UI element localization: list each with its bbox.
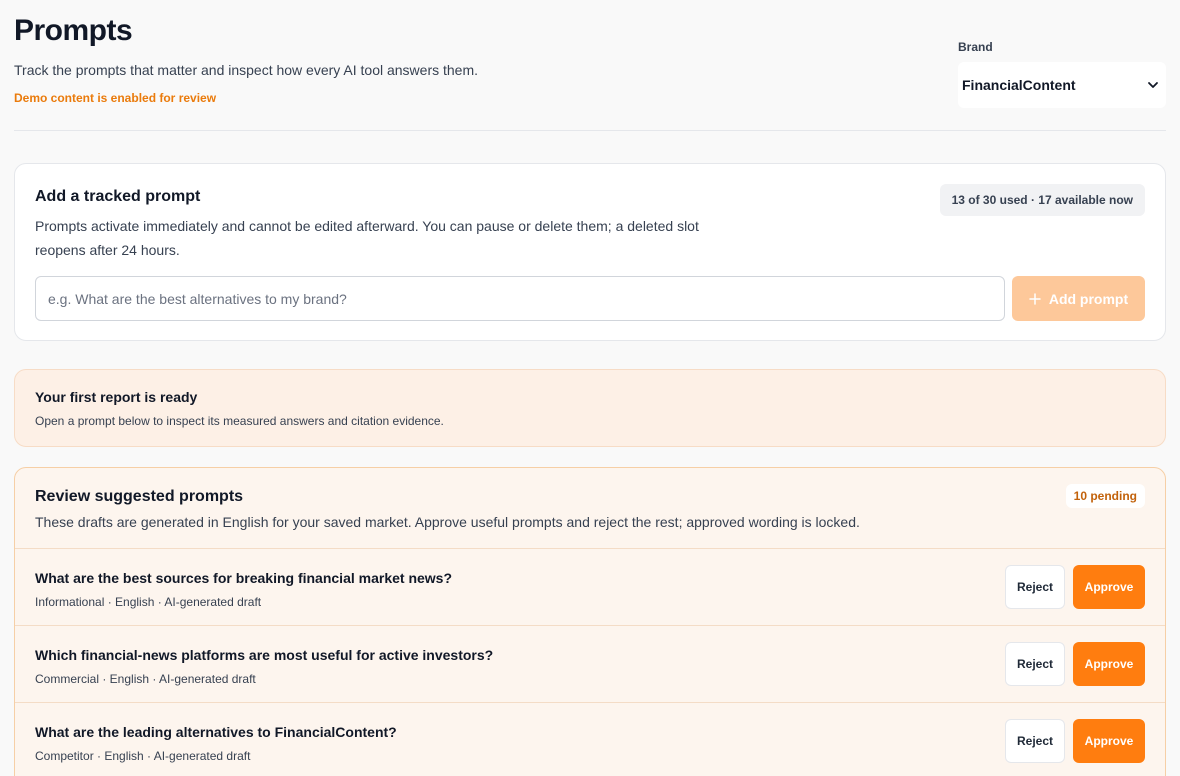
prompt-input[interactable] xyxy=(35,276,1005,321)
suggested-prompt-meta: Commercial · English · AI-generated draf… xyxy=(35,672,256,686)
chevron-down-icon xyxy=(1148,82,1158,88)
usage-badge: 13 of 30 used · 17 available now xyxy=(939,184,1145,216)
page-title: Prompts xyxy=(14,14,133,47)
suggested-prompt-row: Which financial-news platforms are most … xyxy=(15,626,1165,703)
add-prompt-label: Add prompt xyxy=(1048,290,1129,307)
add-prompt-card: Add a tracked prompt Prompts activate im… xyxy=(14,163,1166,341)
page-header: Prompts Track the prompts that matter an… xyxy=(14,0,1166,131)
page-subtitle: Track the prompts that matter and inspec… xyxy=(14,62,479,78)
plus-icon xyxy=(1029,292,1041,305)
brand-select[interactable]: FinancialContent xyxy=(958,62,1166,108)
approve-button[interactable]: Approve xyxy=(1073,719,1145,763)
approve-button[interactable]: Approve xyxy=(1073,565,1145,609)
pending-badge: 10 pending xyxy=(1065,484,1145,508)
review-description: These drafts are generated in English fo… xyxy=(35,514,860,530)
report-ready-description: Open a prompt below to inspect its measu… xyxy=(35,414,444,428)
report-ready-banner: Your first report is ready Open a prompt… xyxy=(14,369,1166,447)
suggested-prompt-title: What are the best sources for breaking f… xyxy=(35,570,453,586)
prompts-page: Prompts Track the prompts that matter an… xyxy=(14,0,1166,776)
brand-select-value: FinancialContent xyxy=(962,77,1076,93)
review-header: Review suggested prompts These drafts ar… xyxy=(15,468,1165,549)
reject-button[interactable]: Reject xyxy=(1005,719,1065,763)
reject-button[interactable]: Reject xyxy=(1005,642,1065,686)
suggested-prompt-row: What are the leading alternatives to Fin… xyxy=(15,703,1165,776)
suggested-prompt-row: What are the best sources for breaking f… xyxy=(15,549,1165,626)
add-prompt-title: Add a tracked prompt xyxy=(35,188,201,205)
brand-picker: Brand FinancialContent xyxy=(958,40,1166,108)
approve-button[interactable]: Approve xyxy=(1073,642,1145,686)
add-prompt-button[interactable]: Add prompt xyxy=(1012,276,1145,321)
add-prompt-description: Prompts activate immediately and cannot … xyxy=(35,218,699,258)
suggested-prompt-meta: Competitor · English · AI-generated draf… xyxy=(35,749,251,763)
review-title: Review suggested prompts xyxy=(35,488,244,505)
demo-note: Demo content is enabled for review xyxy=(14,91,217,105)
review-suggestions-card: Review suggested prompts These drafts ar… xyxy=(14,467,1166,776)
reject-button[interactable]: Reject xyxy=(1005,565,1065,609)
suggested-prompt-meta: Informational · English · AI-generated d… xyxy=(35,595,262,609)
suggested-prompt-title: What are the leading alternatives to Fin… xyxy=(35,724,397,740)
report-ready-title: Your first report is ready xyxy=(35,389,198,405)
brand-label: Brand xyxy=(958,40,993,54)
suggested-prompt-title: Which financial-news platforms are most … xyxy=(35,647,494,663)
